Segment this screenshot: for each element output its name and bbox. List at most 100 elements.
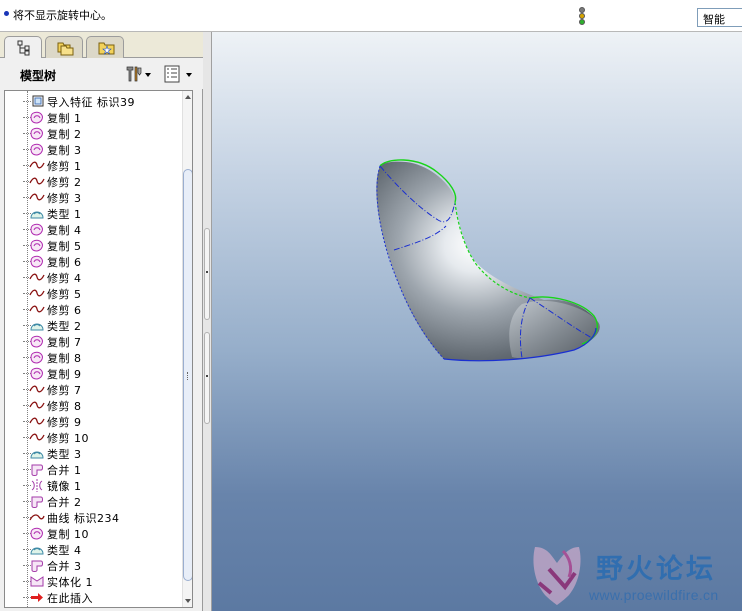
tree-item-label: 在此插入: [47, 592, 93, 605]
trim-icon: [29, 270, 45, 285]
copy-surface-icon: [29, 222, 45, 237]
tree-item-label: 合并 1: [47, 464, 82, 477]
tree-item-label: 实体化 1: [47, 576, 93, 589]
tree-scrollbar[interactable]: [182, 91, 192, 607]
tree-columns-button[interactable]: [164, 64, 196, 84]
trim-icon: [29, 382, 45, 397]
tree-item-label: 复制 7: [47, 336, 82, 349]
solidify-icon: [29, 574, 45, 589]
tab-favorites[interactable]: [86, 36, 124, 58]
tree-item[interactable]: 类型 3: [5, 445, 177, 461]
tree-item-label: 修剪 9: [47, 416, 82, 429]
copy-surface-icon: [29, 254, 45, 269]
navigator-panel: 模型树 导入特征 标识39 复制 1 复制 2 复制 3 修剪 1 修剪 2 修剪 3 类型 …: [0, 32, 203, 611]
trim-icon: [29, 286, 45, 301]
tree-item[interactable]: 复制 7: [5, 333, 177, 349]
tree-item[interactable]: 修剪 5: [5, 285, 177, 301]
tree-item[interactable]: 复制 9: [5, 365, 177, 381]
tree-item[interactable]: 实体化 1: [5, 573, 177, 589]
tree-item-label: 复制 2: [47, 128, 82, 141]
tab-folder-browser[interactable]: [45, 36, 83, 58]
forum-watermark: 野火论坛 www.proewildfire.cn: [529, 543, 742, 611]
copy-surface-icon: [29, 238, 45, 253]
tree-item[interactable]: 合并 1: [5, 461, 177, 477]
tree-item-label: 复制 8: [47, 352, 82, 365]
surface-model[interactable]: [212, 32, 742, 611]
tree-item-label: 修剪 1: [47, 160, 82, 173]
tree-item[interactable]: 修剪 4: [5, 269, 177, 285]
copy-surface-icon: [29, 350, 45, 365]
model-tree: 导入特征 标识39 复制 1 复制 2 复制 3 修剪 1 修剪 2 修剪 3 类型 1 复制 …: [4, 90, 193, 608]
selection-filter-select[interactable]: 智能: [697, 8, 742, 27]
tree-item[interactable]: 修剪 8: [5, 397, 177, 413]
message-bullet-icon: [4, 11, 9, 16]
tree-item[interactable]: 复制 4: [5, 221, 177, 237]
copy-surface-icon: [29, 110, 45, 125]
tree-item-label: 修剪 8: [47, 400, 82, 413]
tree-item[interactable]: 修剪 1: [5, 157, 177, 173]
tree-item-label: 复制 1: [47, 112, 82, 125]
tab-model-tree[interactable]: [4, 36, 42, 59]
forum-logo-icon: [533, 547, 581, 605]
panel-splitter[interactable]: [203, 32, 212, 611]
tree-item[interactable]: 复制 2: [5, 125, 177, 141]
tree-item-label: 复制 6: [47, 256, 82, 269]
tree-item[interactable]: 修剪 10: [5, 429, 177, 445]
tree-item[interactable]: 修剪 9: [5, 413, 177, 429]
tree-item-label: 镜像 1: [47, 480, 82, 493]
tree-item-label: 曲线 标识234: [47, 512, 120, 525]
tree-item-label: 修剪 7: [47, 384, 82, 397]
tree-item[interactable]: 合并 2: [5, 493, 177, 509]
tree-item[interactable]: 类型 4: [5, 541, 177, 557]
tree-item-label: 修剪 2: [47, 176, 82, 189]
scroll-down-icon[interactable]: [185, 599, 191, 603]
boundary-blend-icon: [29, 206, 45, 221]
splitter-handle-lower[interactable]: [204, 332, 210, 424]
copy-surface-icon: [29, 526, 45, 541]
tree-settings-icon: [126, 66, 151, 82]
tree-item[interactable]: 修剪 6: [5, 301, 177, 317]
watermark-title: 野火论坛: [596, 554, 716, 585]
scrollbar-thumb[interactable]: [183, 169, 192, 581]
tree-item-label: 合并 3: [47, 560, 82, 573]
tree-settings-button[interactable]: [124, 64, 152, 84]
regen-status-icon[interactable]: [576, 7, 588, 27]
folder-browser-icon: [57, 42, 74, 56]
import-feature-icon: [29, 94, 45, 109]
tree-item-label: 复制 3: [47, 144, 82, 157]
merge-icon: [29, 494, 45, 509]
tree-item[interactable]: 合并 3: [5, 557, 177, 573]
tree-item[interactable]: 类型 2: [5, 317, 177, 333]
tree-item[interactable]: 修剪 2: [5, 173, 177, 189]
tree-item-label: 修剪 3: [47, 192, 82, 205]
tree-item[interactable]: 曲线 标识234: [5, 509, 177, 525]
tree-item-label: 导入特征 标识39: [47, 96, 135, 109]
tree-item[interactable]: 复制 8: [5, 349, 177, 365]
watermark-url: www.proewildfire.cn: [589, 587, 719, 603]
tree-item-label: 类型 3: [47, 448, 82, 461]
tree-item[interactable]: 复制 6: [5, 253, 177, 269]
tree-item[interactable]: 复制 10: [5, 525, 177, 541]
boundary-blend-icon: [29, 446, 45, 461]
copy-surface-icon: [29, 334, 45, 349]
tree-item-label: 类型 4: [47, 544, 82, 557]
tree-item[interactable]: 复制 1: [5, 109, 177, 125]
status-message: 将不显示旋转中心。: [13, 9, 112, 22]
tree-item[interactable]: 类型 1: [5, 205, 177, 221]
tree-item-label: 合并 2: [47, 496, 82, 509]
navigator-tabs: [0, 32, 203, 59]
tree-item[interactable]: 复制 5: [5, 237, 177, 253]
curve-icon: [29, 510, 45, 525]
tree-item[interactable]: 导入特征 标识39: [5, 93, 177, 109]
tree-item[interactable]: 镜像 1: [5, 477, 177, 493]
scroll-up-icon[interactable]: [185, 95, 191, 99]
tree-item[interactable]: 修剪 3: [5, 189, 177, 205]
tree-item-label: 类型 1: [47, 208, 82, 221]
graphics-window[interactable]: 野火论坛 www.proewildfire.cn: [212, 32, 742, 611]
tree-item[interactable]: 复制 3: [5, 141, 177, 157]
tree-item[interactable]: 修剪 7: [5, 381, 177, 397]
tree-item-label: 复制 10: [47, 528, 89, 541]
insert-here-marker[interactable]: 在此插入: [5, 589, 177, 605]
splitter-handle-upper[interactable]: [204, 228, 210, 320]
copy-surface-icon: [29, 126, 45, 141]
